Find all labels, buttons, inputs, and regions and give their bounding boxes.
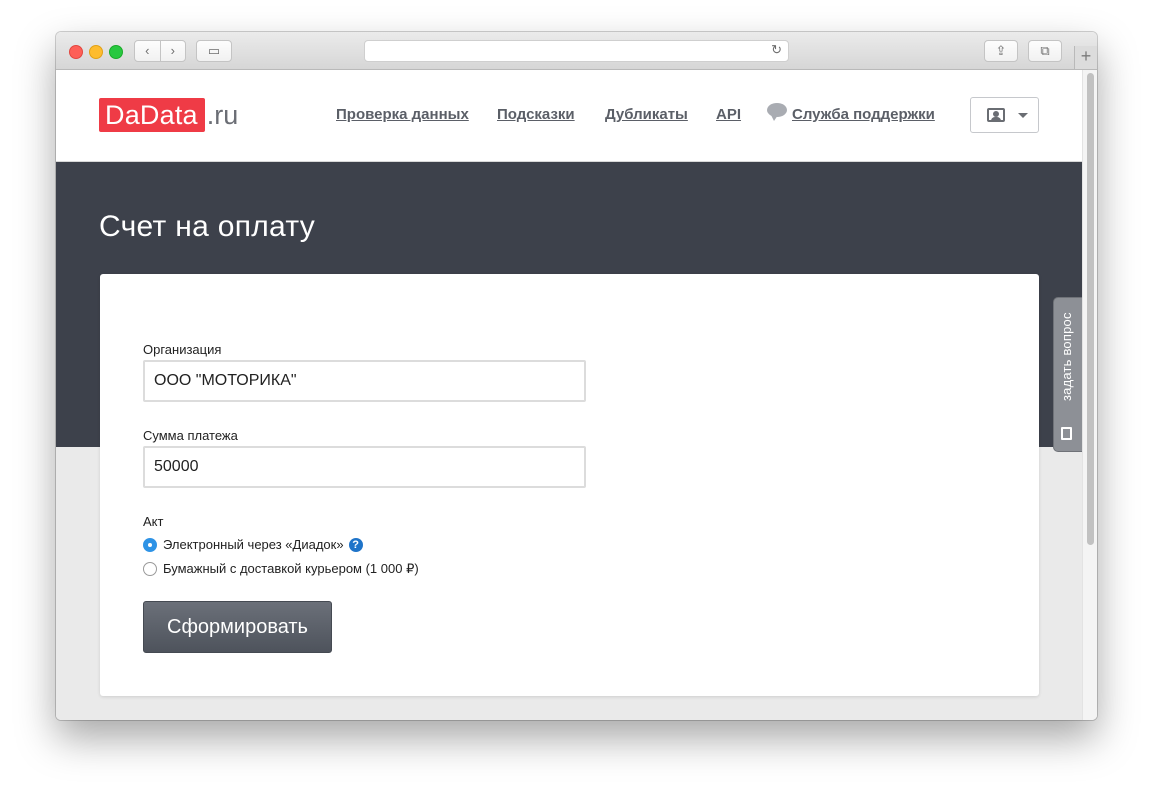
radio-electronic[interactable] [143, 537, 157, 552]
tab-overview-button[interactable]: ⧉ [1028, 40, 1062, 62]
chevron-down-icon [1018, 113, 1028, 118]
act-option-paper-label: Бумажный с доставкой курьером (1 000 ₽) [163, 561, 419, 576]
share-icon: ⇪ [995, 43, 1007, 58]
act-option-electronic-label: Электронный через «Диадок» [163, 537, 344, 552]
chat-bubble-icon [767, 103, 787, 121]
page-viewport: DaData .ru Проверка данных Подсказки Дуб… [56, 70, 1097, 720]
amount-input[interactable] [143, 446, 586, 488]
user-card-icon [987, 108, 1005, 122]
reload-icon[interactable]: ↻ [771, 42, 782, 58]
vertical-scrollbar[interactable] [1082, 70, 1097, 720]
note-icon [1061, 427, 1072, 440]
sidebar-toggle-button[interactable]: ▭ [196, 40, 232, 62]
history-nav: ‹ › [134, 40, 186, 62]
organization-input[interactable] [143, 360, 586, 402]
nav-support[interactable]: Служба поддержки [792, 106, 935, 123]
site-logo[interactable]: DaData .ru [99, 98, 238, 132]
act-option-paper[interactable]: Бумажный с доставкой курьером (1 000 ₽) [143, 561, 419, 577]
nav-data-check[interactable]: Проверка данных [336, 106, 469, 123]
chevron-left-icon[interactable]: ‹ [135, 41, 161, 61]
amount-label: Сумма платежа [143, 428, 238, 443]
act-option-electronic[interactable]: Электронный через «Диадок» ? [143, 537, 363, 552]
logo-main: DaData [99, 98, 205, 132]
nav-api[interactable]: API [716, 106, 741, 123]
site-header: DaData .ru Проверка данных Подсказки Дуб… [56, 70, 1082, 162]
page-title: Счет на оплату [99, 210, 316, 243]
help-icon[interactable]: ? [348, 537, 363, 552]
close-window-button[interactable] [69, 45, 83, 59]
org-label: Организация [143, 342, 222, 357]
sidebar-icon: ▭ [207, 43, 221, 58]
plus-icon: + [1080, 46, 1092, 66]
browser-toolbar: ‹ › ▭ ↻ ⇪ ⧉ + [56, 32, 1097, 70]
chevron-right-icon[interactable]: › [161, 41, 186, 61]
browser-window: ‹ › ▭ ↻ ⇪ ⧉ + DaData .ru Проверка данных… [56, 32, 1097, 720]
ask-question-label: задать вопрос [1059, 312, 1074, 402]
radio-paper[interactable] [143, 562, 157, 576]
logo-tld: .ru [206, 100, 239, 130]
generate-invoice-button[interactable]: Сформировать [143, 601, 332, 653]
nav-suggestions[interactable]: Подсказки [497, 106, 575, 123]
ask-question-tab[interactable]: задать вопрос [1054, 298, 1082, 451]
tabs-icon: ⧉ [1040, 43, 1050, 58]
new-tab-button[interactable]: + [1074, 46, 1097, 69]
nav-duplicates[interactable]: Дубликаты [605, 106, 688, 123]
address-bar[interactable]: ↻ [364, 40, 789, 62]
minimize-window-button[interactable] [89, 45, 103, 59]
scrollbar-thumb[interactable] [1087, 73, 1094, 545]
maximize-window-button[interactable] [109, 45, 123, 59]
account-menu-button[interactable] [970, 97, 1039, 133]
invoice-form-card: Организация Сумма платежа Акт Электронны… [100, 274, 1039, 696]
act-label: Акт [143, 514, 164, 529]
share-button[interactable]: ⇪ [984, 40, 1018, 62]
